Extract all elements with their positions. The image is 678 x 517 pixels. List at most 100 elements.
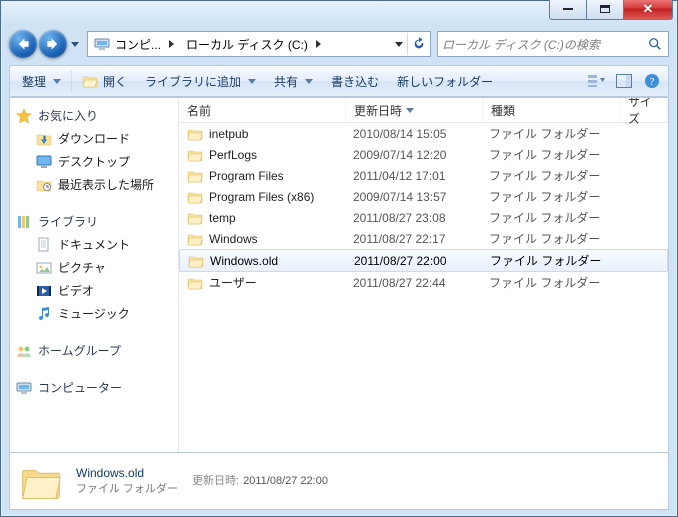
details-date-value: 2011/08/27 22:00: [243, 475, 328, 487]
cell-name: temp: [179, 210, 345, 226]
content-body: お気に入り ダウンロード デスクトップ 最近表示した場所: [9, 97, 669, 460]
open-button[interactable]: 開く: [74, 69, 135, 93]
view-options-button[interactable]: [584, 70, 608, 92]
computer-group: コンピューター: [16, 376, 176, 399]
search-box[interactable]: ローカル ディスク (C:)の検索: [437, 31, 669, 57]
file-row[interactable]: Windows.old2011/08/27 22:00ファイル フォルダー: [179, 249, 668, 272]
computer-label: コンピューター: [38, 379, 122, 396]
videos-icon: [36, 283, 52, 299]
libraries-icon: [16, 214, 32, 230]
cell-type: ファイル フォルダー: [481, 209, 617, 226]
file-row[interactable]: Program Files2011/04/12 17:01ファイル フォルダー: [179, 165, 668, 186]
crumb-separator[interactable]: [166, 32, 176, 56]
cell-name: PerfLogs: [179, 147, 345, 163]
file-list: 名前 更新日時 種類 サイズ inetpub2010/08/14 15:05ファ…: [179, 98, 668, 459]
cell-name: Program Files: [179, 168, 345, 184]
address-bar[interactable]: コンピ... ローカル ディスク (C:): [87, 31, 431, 57]
preview-pane-icon: [616, 74, 632, 88]
file-row[interactable]: inetpub2010/08/14 15:05ファイル フォルダー: [179, 123, 668, 144]
burn-button[interactable]: 書き込む: [323, 69, 387, 93]
homegroup-icon: [16, 343, 32, 359]
file-row[interactable]: temp2011/08/27 23:08ファイル フォルダー: [179, 207, 668, 228]
folder-icon: [187, 168, 203, 184]
crumb-drive[interactable]: ローカル ディスク (C:): [180, 32, 327, 56]
file-row[interactable]: Program Files (x86)2009/07/14 13:57ファイル …: [179, 186, 668, 207]
arrow-left-icon: [16, 37, 30, 51]
details-date-label: 更新日時:: [192, 475, 239, 487]
crumb-computer-label: コンピ...: [115, 36, 161, 53]
sidebar-item-label: デスクトップ: [58, 153, 130, 170]
chevron-down-icon: [71, 40, 79, 48]
new-folder-label: 新しいフォルダー: [397, 73, 493, 90]
file-row[interactable]: ユーザー2011/08/27 22:44ファイル フォルダー: [179, 272, 668, 293]
minimize-button[interactable]: [549, 0, 587, 20]
file-row[interactable]: PerfLogs2009/07/14 12:20ファイル フォルダー: [179, 144, 668, 165]
sidebar-item-recent[interactable]: 最近表示した場所: [16, 173, 176, 196]
forward-button[interactable]: [39, 30, 67, 58]
navigation-pane[interactable]: お気に入り ダウンロード デスクトップ 最近表示した場所: [10, 98, 179, 459]
folder-icon: [187, 147, 203, 163]
new-folder-button[interactable]: 新しいフォルダー: [389, 69, 501, 93]
details-file-name: Windows.old: [76, 465, 178, 481]
open-label: 開く: [103, 73, 127, 90]
column-header-size[interactable]: サイズ: [620, 98, 668, 122]
sort-descending-icon: [406, 106, 414, 114]
cell-type: ファイル フォルダー: [482, 252, 618, 269]
add-to-library-button[interactable]: ライブラリに追加: [137, 69, 264, 93]
sidebar-item-desktop[interactable]: デスクトップ: [16, 150, 176, 173]
file-row[interactable]: Windows2011/08/27 22:17ファイル フォルダー: [179, 228, 668, 249]
pictures-icon: [36, 260, 52, 276]
minimize-icon: [563, 8, 573, 10]
share-button[interactable]: 共有: [266, 69, 321, 93]
preview-pane-button[interactable]: [612, 70, 636, 92]
cell-name: inetpub: [179, 126, 345, 142]
music-icon: [36, 306, 52, 322]
column-header-name[interactable]: 名前: [179, 98, 346, 122]
column-header-date[interactable]: 更新日時: [346, 98, 483, 122]
view-icon: [587, 73, 605, 89]
libraries-header[interactable]: ライブラリ: [16, 210, 176, 233]
back-button[interactable]: [9, 30, 37, 58]
chevron-down-icon: [395, 40, 403, 48]
help-button[interactable]: ?: [640, 70, 664, 92]
help-icon: ?: [644, 73, 660, 89]
toolbar-right: ?: [584, 70, 664, 92]
cell-type: ファイル フォルダー: [481, 230, 617, 247]
favorites-header[interactable]: お気に入り: [16, 104, 176, 127]
details-pane: Windows.old ファイル フォルダー 更新日時:2011/08/27 2…: [9, 452, 669, 510]
cell-date: 2011/08/27 22:17: [345, 232, 481, 246]
cell-date: 2011/08/27 22:00: [346, 254, 482, 268]
chevron-down-icon: [248, 77, 256, 85]
crumb-separator[interactable]: [313, 32, 323, 56]
computer-header[interactable]: コンピューター: [16, 376, 176, 399]
organize-button[interactable]: 整理: [14, 69, 69, 93]
recent-icon: [36, 177, 52, 193]
history-dropdown[interactable]: [69, 35, 81, 53]
sidebar-item-label: ピクチャ: [58, 259, 106, 276]
address-dropdown[interactable]: [391, 40, 407, 48]
column-header-row: 名前 更新日時 種類 サイズ: [179, 98, 668, 123]
desktop-icon: [36, 154, 52, 170]
crumb-computer[interactable]: コンピ...: [88, 32, 180, 56]
rows-container[interactable]: inetpub2010/08/14 15:05ファイル フォルダーPerfLog…: [179, 123, 668, 459]
refresh-button[interactable]: [407, 33, 430, 55]
folder-icon: [187, 189, 203, 205]
cell-name: Program Files (x86): [179, 189, 345, 205]
libraries-label: ライブラリ: [38, 213, 98, 230]
homegroup-header[interactable]: ホームグループ: [16, 339, 176, 362]
cell-date: 2009/07/14 12:20: [345, 148, 481, 162]
maximize-button[interactable]: [587, 0, 624, 20]
cell-name: Windows.old: [180, 253, 346, 269]
sidebar-item-downloads[interactable]: ダウンロード: [16, 127, 176, 150]
folder-icon: [187, 231, 203, 247]
sidebar-item-documents[interactable]: ドキュメント: [16, 233, 176, 256]
cell-date: 2010/08/14 15:05: [345, 127, 481, 141]
cell-type: ファイル フォルダー: [481, 146, 617, 163]
organize-label: 整理: [22, 73, 46, 90]
sidebar-item-videos[interactable]: ビデオ: [16, 279, 176, 302]
close-button[interactable]: ✕: [624, 0, 673, 20]
chevron-down-icon: [53, 77, 61, 85]
sidebar-item-music[interactable]: ミュージック: [16, 302, 176, 325]
sidebar-item-pictures[interactable]: ピクチャ: [16, 256, 176, 279]
column-header-type[interactable]: 種類: [483, 98, 620, 122]
